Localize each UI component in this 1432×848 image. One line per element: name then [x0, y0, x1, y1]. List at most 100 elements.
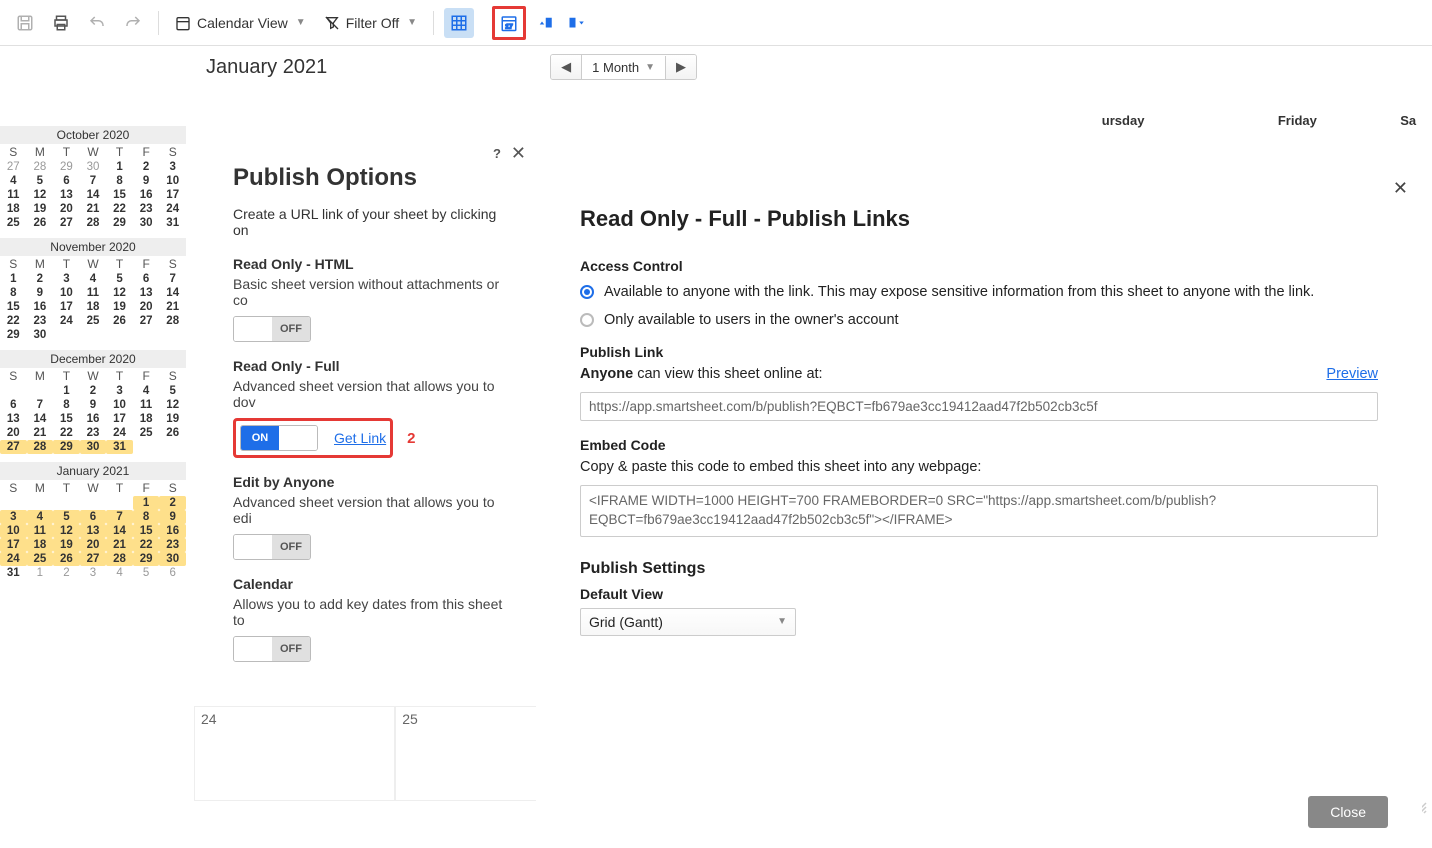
- close-icon[interactable]: ✕: [511, 143, 526, 164]
- mini-cal-day[interactable]: 24: [53, 314, 80, 328]
- mini-cal-day[interactable]: 18: [0, 202, 27, 216]
- mini-cal-day[interactable]: 31: [0, 566, 27, 580]
- mini-cal-day[interactable]: 9: [159, 510, 186, 524]
- mini-cal-day[interactable]: 19: [159, 412, 186, 426]
- mini-cal-day[interactable]: 4: [27, 510, 54, 524]
- mini-cal-day[interactable]: 29: [0, 328, 27, 342]
- mini-cal-day[interactable]: 5: [27, 174, 54, 188]
- mini-cal-day[interactable]: 2: [27, 272, 54, 286]
- save-icon[interactable]: [10, 8, 40, 38]
- close-icon[interactable]: ✕: [1393, 178, 1408, 199]
- mini-cal-day[interactable]: 11: [0, 188, 27, 202]
- view-selector[interactable]: Calendar View ▼: [169, 15, 312, 31]
- mini-cal-day[interactable]: [80, 496, 107, 510]
- sort-desc-icon[interactable]: [564, 8, 590, 38]
- mini-cal-day[interactable]: 28: [27, 440, 54, 454]
- mini-cal-day[interactable]: 24: [106, 426, 133, 440]
- mini-cal-day[interactable]: 7: [27, 398, 54, 412]
- mini-cal-day[interactable]: 15: [53, 412, 80, 426]
- mini-cal-day[interactable]: 23: [133, 202, 160, 216]
- mini-cal-day[interactable]: 27: [80, 552, 107, 566]
- mini-cal-day[interactable]: 18: [133, 412, 160, 426]
- mini-cal-day[interactable]: 2: [53, 566, 80, 580]
- mini-cal-day[interactable]: 15: [0, 300, 27, 314]
- mini-cal-day[interactable]: 12: [106, 286, 133, 300]
- mini-cal-day[interactable]: 21: [106, 538, 133, 552]
- mini-cal-day[interactable]: 6: [80, 510, 107, 524]
- mini-cal-day[interactable]: 28: [159, 314, 186, 328]
- mini-cal-day[interactable]: 30: [80, 440, 107, 454]
- mini-cal-day[interactable]: 6: [133, 272, 160, 286]
- print-icon[interactable]: [46, 8, 76, 38]
- mini-cal-day[interactable]: 28: [80, 216, 107, 230]
- mini-cal-day[interactable]: 5: [133, 566, 160, 580]
- mini-cal-day[interactable]: 28: [106, 552, 133, 566]
- default-view-select[interactable]: Grid (Gantt) ▼: [580, 608, 796, 636]
- help-icon[interactable]: ?: [493, 146, 501, 161]
- cal-cell[interactable]: 24: [194, 706, 395, 801]
- mini-cal-day[interactable]: [159, 328, 186, 342]
- mini-cal-day[interactable]: 5: [106, 272, 133, 286]
- mini-cal-day[interactable]: 19: [106, 300, 133, 314]
- mini-cal-day[interactable]: 31: [159, 216, 186, 230]
- month-range-select[interactable]: 1 Month▼: [582, 56, 666, 79]
- mini-cal-day[interactable]: [0, 384, 27, 398]
- mini-cal-day[interactable]: 25: [27, 552, 54, 566]
- mini-cal-day[interactable]: [159, 440, 186, 454]
- mini-cal-day[interactable]: 20: [53, 202, 80, 216]
- mini-cal-day[interactable]: [0, 496, 27, 510]
- mini-cal-day[interactable]: 11: [133, 398, 160, 412]
- mini-cal-day[interactable]: 23: [159, 538, 186, 552]
- mini-cal-day[interactable]: 6: [0, 398, 27, 412]
- preview-link[interactable]: Preview: [1326, 366, 1378, 382]
- mini-cal-day[interactable]: 29: [53, 440, 80, 454]
- filter-selector[interactable]: Filter Off ▼: [318, 15, 423, 31]
- mini-calendar[interactable]: October 2020SMTWTFS272829301234567891011…: [0, 126, 186, 230]
- mini-cal-day[interactable]: 1: [0, 272, 27, 286]
- mini-cal-day[interactable]: 10: [159, 174, 186, 188]
- mini-cal-day[interactable]: 24: [0, 552, 27, 566]
- grid-view-icon[interactable]: [444, 8, 474, 38]
- mini-calendar[interactable]: January 2021SMTWTFS123456789101112131415…: [0, 462, 186, 580]
- mini-cal-day[interactable]: 4: [106, 566, 133, 580]
- mini-cal-day[interactable]: [27, 384, 54, 398]
- get-link[interactable]: Get Link: [334, 430, 386, 446]
- mini-cal-day[interactable]: 13: [133, 286, 160, 300]
- mini-cal-day[interactable]: 13: [53, 188, 80, 202]
- undo-icon[interactable]: [82, 8, 112, 38]
- mini-cal-day[interactable]: 4: [133, 384, 160, 398]
- mini-cal-day[interactable]: 27: [0, 160, 27, 174]
- mini-cal-day[interactable]: 8: [53, 398, 80, 412]
- mini-cal-day[interactable]: 26: [159, 426, 186, 440]
- mini-cal-day[interactable]: [53, 328, 80, 342]
- mini-calendar[interactable]: November 2020SMTWTFS12345678910111213141…: [0, 238, 186, 342]
- mini-cal-day[interactable]: 18: [27, 538, 54, 552]
- mini-cal-day[interactable]: 21: [27, 426, 54, 440]
- mini-cal-day[interactable]: 30: [80, 160, 107, 174]
- mini-cal-day[interactable]: 14: [106, 524, 133, 538]
- mini-cal-day[interactable]: 30: [159, 552, 186, 566]
- mini-cal-day[interactable]: [106, 496, 133, 510]
- mini-cal-day[interactable]: 16: [133, 188, 160, 202]
- mini-cal-day[interactable]: 22: [106, 202, 133, 216]
- ro-full-toggle[interactable]: ON: [240, 425, 318, 451]
- mini-cal-day[interactable]: 17: [53, 300, 80, 314]
- mini-cal-day[interactable]: 2: [80, 384, 107, 398]
- mini-cal-day[interactable]: 10: [106, 398, 133, 412]
- mini-cal-day[interactable]: 21: [159, 300, 186, 314]
- mini-cal-day[interactable]: [27, 496, 54, 510]
- mini-cal-day[interactable]: 23: [27, 314, 54, 328]
- mini-cal-day[interactable]: 20: [80, 538, 107, 552]
- mini-cal-day[interactable]: 1: [53, 384, 80, 398]
- mini-cal-day[interactable]: 8: [106, 174, 133, 188]
- mini-cal-day[interactable]: 10: [0, 524, 27, 538]
- mini-cal-day[interactable]: 22: [0, 314, 27, 328]
- mini-cal-day[interactable]: [53, 496, 80, 510]
- mini-cal-day[interactable]: 9: [80, 398, 107, 412]
- mini-cal-day[interactable]: 24: [159, 202, 186, 216]
- mini-cal-day[interactable]: 4: [0, 174, 27, 188]
- mini-cal-day[interactable]: 16: [80, 412, 107, 426]
- mini-cal-day[interactable]: 12: [27, 188, 54, 202]
- mini-cal-day[interactable]: 2: [133, 160, 160, 174]
- mini-cal-day[interactable]: 5: [53, 510, 80, 524]
